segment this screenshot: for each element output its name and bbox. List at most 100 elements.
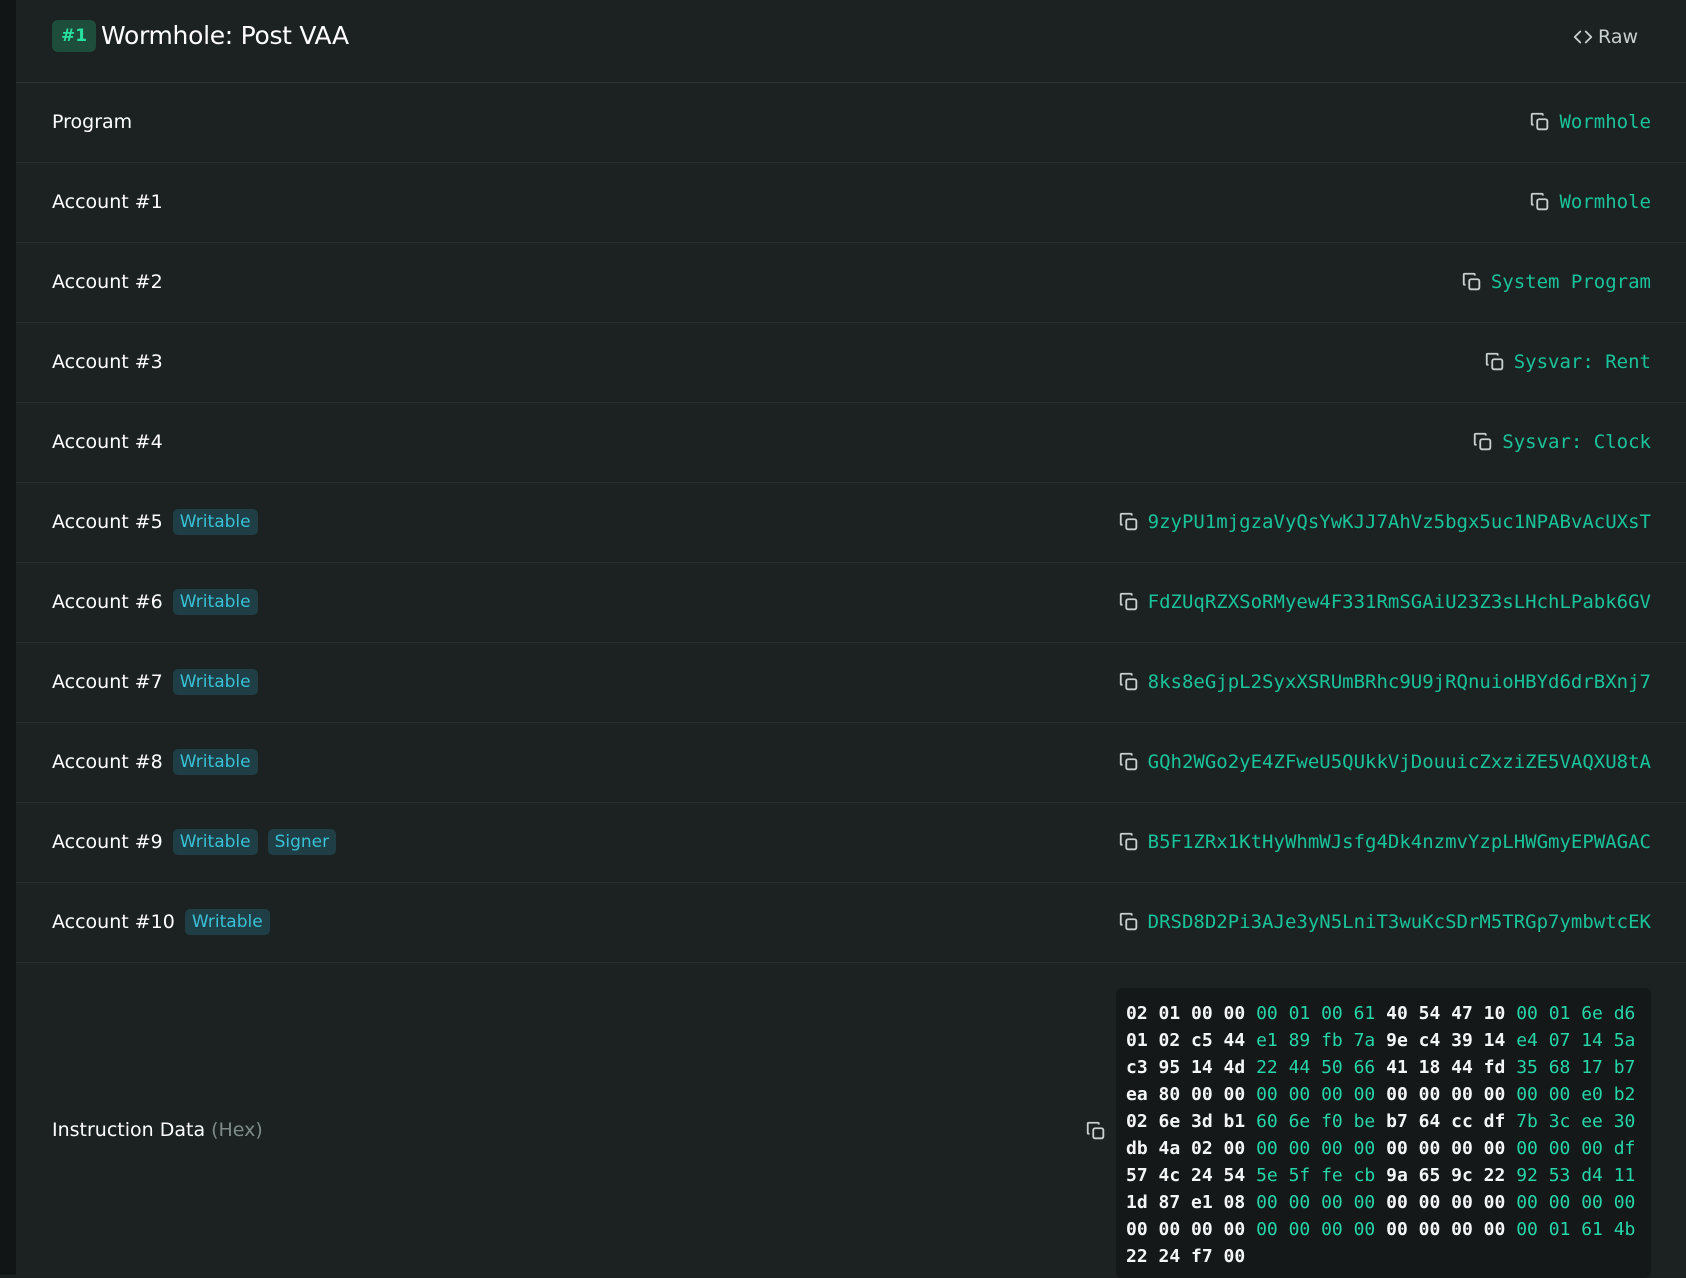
hex-group: 00 00 e0 b2 <box>1516 1084 1636 1105</box>
copy-address-button[interactable] <box>1118 831 1140 853</box>
hex-group: 00 00 00 00 <box>1256 1138 1376 1159</box>
account-row-label: Account #3 <box>52 322 163 402</box>
account-row-label: Account #4 <box>52 402 163 482</box>
account-row: Account #4 Sysvar: Clock <box>16 402 1686 483</box>
account-row-label: Account #7 Writable <box>52 642 258 722</box>
account-address: FdZUqRZXSoRMyew4F331RmSGAiU23Z3sLHchLPab… <box>1118 562 1651 642</box>
account-row: Account #10 Writable DRSD8D2Pi3AJe3yN5LniT… <box>16 882 1686 963</box>
account-row: Account #2 System Program <box>16 242 1686 323</box>
hex-line: 1d 87 e1 08 00 00 00 00 00 00 00 00 00 0… <box>1126 1189 1641 1216</box>
hex-group: ea 80 00 00 <box>1126 1084 1246 1105</box>
hex-group: 00 01 61 4b <box>1516 1219 1636 1240</box>
hex-line: 57 4c 24 54 5e 5f fe cb 9a 65 9c 22 92 5… <box>1126 1162 1641 1189</box>
hex-group: c3 95 14 4d <box>1126 1057 1246 1078</box>
hex-line: 02 6e 3d b1 60 6e f0 be b7 64 cc df 7b 3… <box>1126 1108 1641 1135</box>
account-address-link[interactable]: 9zyPU1mjgzaVyQsYwKJJ7AhVz5bgx5uc1NPABvAc… <box>1148 511 1651 533</box>
copy-icon <box>1119 672 1137 691</box>
hex-group: 7b 3c ee 30 <box>1516 1111 1636 1132</box>
hex-group: e1 89 fb 7a <box>1256 1030 1376 1051</box>
account-address-link[interactable]: FdZUqRZXSoRMyew4F331RmSGAiU23Z3sLHchLPab… <box>1148 591 1651 613</box>
instruction-data-hex: 02 01 00 00 00 01 00 61 40 54 47 10 00 0… <box>1116 988 1651 1278</box>
account-address-link[interactable]: Sysvar: Rent <box>1514 351 1651 373</box>
account-row: Account #3 Sysvar: Rent <box>16 322 1686 403</box>
copy-icon <box>1119 912 1137 931</box>
copy-icon <box>1119 512 1137 531</box>
writable-badge: Writable <box>172 509 258 535</box>
account-label-text: Account #8 <box>52 751 163 773</box>
account-row-label: Account #1 <box>52 162 163 242</box>
copy-address-button[interactable] <box>1118 591 1140 613</box>
account-row-label: Account #10 Writable <box>52 882 270 962</box>
hex-group: 9a 65 9c 22 <box>1386 1165 1506 1186</box>
hex-line: c3 95 14 4d 22 44 50 66 41 18 44 fd 35 6… <box>1126 1054 1641 1081</box>
copy-address-button[interactable] <box>1529 191 1551 213</box>
writable-badge: Writable <box>172 749 258 775</box>
copy-address-button[interactable] <box>1118 911 1140 933</box>
hex-group: 60 6e f0 be <box>1256 1111 1376 1132</box>
raw-button[interactable]: Raw <box>1572 22 1638 52</box>
hex-group: 00 00 00 00 <box>1516 1192 1636 1213</box>
copy-icon <box>1531 192 1549 211</box>
hex-group: 00 00 00 00 <box>1386 1192 1506 1213</box>
account-row: Account #1 Wormhole <box>16 162 1686 243</box>
account-label-text: Account #9 <box>52 831 163 853</box>
account-address-link[interactable]: Sysvar: Clock <box>1502 431 1651 453</box>
account-address: Sysvar: Clock <box>1472 402 1651 482</box>
copy-address-button[interactable] <box>1118 511 1140 533</box>
copy-address-button[interactable] <box>1472 431 1494 453</box>
copy-address-button[interactable] <box>1484 351 1506 373</box>
hex-group: 92 53 d4 11 <box>1516 1165 1636 1186</box>
account-address-link[interactable]: DRSD8D2Pi3AJe3yN5LniT3wuKcSDrM5TRGp7ymbw… <box>1148 911 1651 933</box>
hex-line: db 4a 02 00 00 00 00 00 00 00 00 00 00 0… <box>1126 1135 1641 1162</box>
account-address-link[interactable]: GQh2WGo2yE4ZFweU5QUkkVjDouuicZxziZE5VAQX… <box>1148 751 1651 773</box>
hex-group: 00 00 00 00 <box>1126 1219 1246 1240</box>
account-row: Account #7 Writable 8ks8eGjpL2SyxXSRUmBRhc… <box>16 642 1686 723</box>
account-label-text: Program <box>52 111 133 133</box>
account-address: B5F1ZRx1KtHyWhmWJsfg4Dk4nzmvYzpLHWGmyEPW… <box>1118 802 1651 882</box>
copy-instruction-data-button[interactable] <box>1085 1120 1107 1146</box>
account-row: Account #9 Writable Signer B5F1ZRx1KtHyWhmW… <box>16 802 1686 883</box>
copy-icon <box>1086 1121 1105 1140</box>
account-row-label: Program <box>52 82 132 162</box>
account-address-link[interactable]: Wormhole <box>1559 191 1651 213</box>
hex-group: 00 00 00 00 <box>1386 1084 1506 1105</box>
instruction-number-badge: #1 <box>52 20 97 52</box>
copy-address-button[interactable] <box>1118 751 1140 773</box>
account-row: Account #6 Writable FdZUqRZXSoRMyew4F331Rm… <box>16 562 1686 643</box>
account-address-link[interactable]: 8ks8eGjpL2SyxXSRUmBRhc9U9jRQnuioHBYd6drB… <box>1148 671 1651 693</box>
copy-address-button[interactable] <box>1118 671 1140 693</box>
hex-group: 5e 5f fe cb <box>1256 1165 1376 1186</box>
copy-address-button[interactable] <box>1529 111 1551 133</box>
hex-group: e4 07 14 5a <box>1516 1030 1636 1051</box>
copy-icon <box>1462 272 1481 291</box>
hex-group: db 4a 02 00 <box>1126 1138 1246 1159</box>
instruction-card: #1 Wormhole: Post VAA Raw Program Wormhol… <box>16 0 1686 1278</box>
account-address: 9zyPU1mjgzaVyQsYwKJJ7AhVz5bgx5uc1NPABvAc… <box>1118 482 1651 562</box>
hex-group: 57 4c 24 54 <box>1126 1165 1246 1186</box>
raw-button-label: Raw <box>1598 26 1638 48</box>
account-label-text: Account #1 <box>52 191 163 213</box>
account-label-text: Account #2 <box>52 271 163 293</box>
writable-badge: Writable <box>172 829 258 855</box>
account-address-link[interactable]: Wormhole <box>1559 111 1651 133</box>
hex-group: 00 00 00 00 <box>1256 1192 1376 1213</box>
hex-group: 40 54 47 10 <box>1386 1003 1506 1024</box>
hex-group: 01 02 c5 44 <box>1126 1030 1246 1051</box>
account-address-link[interactable]: System Program <box>1491 271 1651 293</box>
copy-address-button[interactable] <box>1461 271 1483 293</box>
writable-badge: Writable <box>172 669 258 695</box>
copy-icon <box>1119 592 1137 611</box>
hex-group: 02 6e 3d b1 <box>1126 1111 1246 1132</box>
account-row-label: Account #2 <box>52 242 163 322</box>
hex-group: b7 64 cc df <box>1386 1111 1506 1132</box>
copy-icon <box>1474 432 1492 451</box>
account-label-text: Account #5 <box>52 511 163 533</box>
hex-group: 1d 87 e1 08 <box>1126 1192 1246 1213</box>
account-address-link[interactable]: B5F1ZRx1KtHyWhmWJsfg4Dk4nzmvYzpLHWGmyEPW… <box>1148 831 1651 853</box>
hex-line: ea 80 00 00 00 00 00 00 00 00 00 00 00 0… <box>1126 1081 1641 1108</box>
copy-icon <box>1485 352 1503 371</box>
signer-badge: Signer <box>267 829 337 855</box>
hex-group: 00 00 00 00 <box>1256 1219 1376 1240</box>
hex-line: 22 24 f7 00 <box>1126 1243 1641 1270</box>
account-address: System Program <box>1461 242 1651 322</box>
